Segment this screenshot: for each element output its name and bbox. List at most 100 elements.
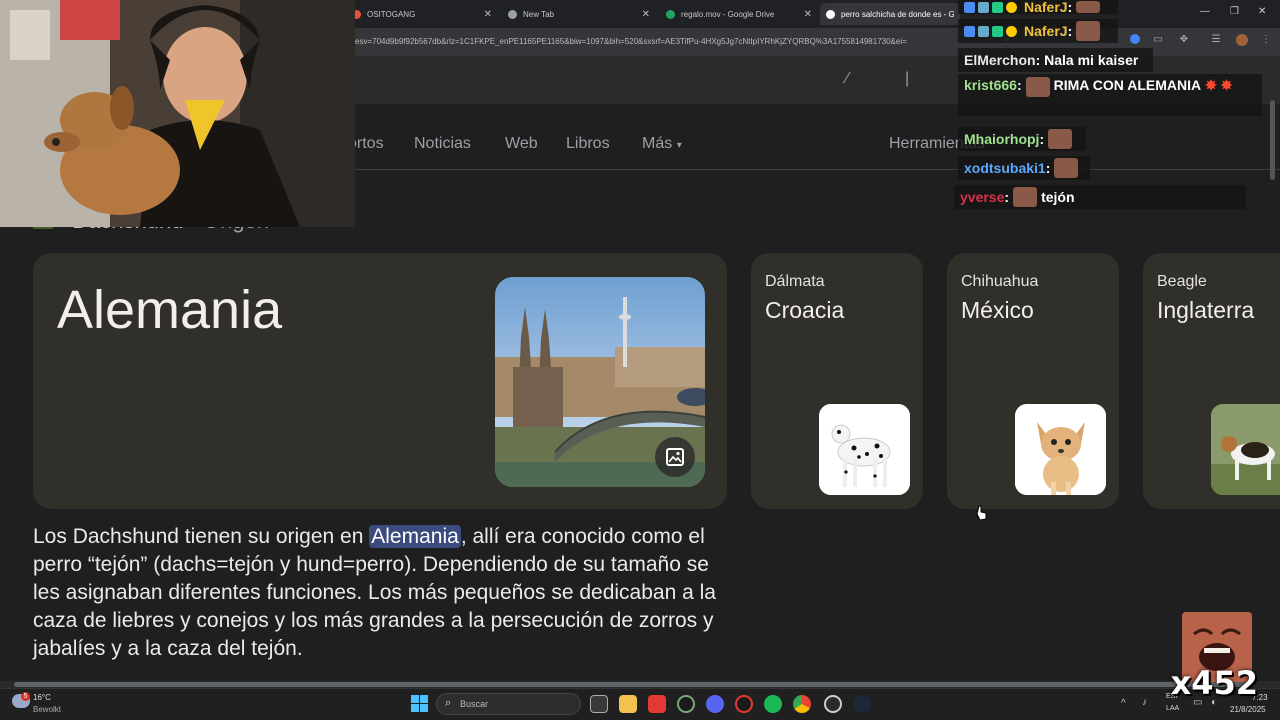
scrollbar-thumb[interactable] xyxy=(14,682,1254,687)
chat-message: NaferJ : xyxy=(958,19,1118,43)
chihuahua-image xyxy=(1015,404,1106,495)
windows-taskbar xyxy=(0,688,1280,720)
xbox-icon[interactable] xyxy=(677,695,695,713)
chat-scrollbar[interactable] xyxy=(1270,100,1275,180)
image-view-button[interactable] xyxy=(655,437,695,477)
streamer-webcam xyxy=(0,0,355,227)
tab-books[interactable]: Libros xyxy=(566,135,610,153)
chat-username: krist666 xyxy=(964,77,1017,93)
chat-separator: : xyxy=(1039,131,1045,147)
puzzle-icon[interactable]: ✥ xyxy=(1178,34,1190,46)
chat-message: NaferJ : xyxy=(958,0,1118,15)
steam-icon[interactable] xyxy=(853,695,871,713)
chat-separator: : xyxy=(1045,160,1051,176)
kebab-menu-icon[interactable]: ⋮ xyxy=(1260,34,1272,46)
description-highlight: Alemania xyxy=(369,525,461,548)
close-window-icon[interactable]: ✕ xyxy=(1258,6,1266,17)
search-icon: ⌕ xyxy=(445,697,452,709)
chat-text: RIMA CON ALEMANIA xyxy=(1053,77,1202,93)
horizontal-scrollbar[interactable] xyxy=(0,681,1280,688)
tab-google-search[interactable]: perro salchicha de donde es - G xyxy=(820,3,960,25)
clock-date: 21/8/2025 xyxy=(1230,705,1266,714)
url-field[interactable]: esv=704d9b9f92b567db&rlz=1C1FKPE_enPE116… xyxy=(355,37,955,46)
screen: OSITOGANG ✕ New Tab ✕ regalo.mov - Googl… xyxy=(0,0,1280,720)
related-card-dalmatian[interactable]: Dálmata Croacia xyxy=(751,253,923,509)
chat-username: NaferJ xyxy=(1024,0,1068,15)
webcam-feed xyxy=(0,0,355,227)
keyboard-layout: LAA xyxy=(1166,705,1180,712)
chat-text: tejón xyxy=(1041,189,1075,205)
tab-more[interactable]: Más ▾ xyxy=(642,135,682,153)
badge-icon xyxy=(992,25,1003,37)
chat-separator: : xyxy=(1067,0,1073,15)
mic-icon[interactable]: ⁄ xyxy=(846,70,849,88)
tray-chevron-icon[interactable]: ^ xyxy=(1121,698,1126,709)
discord-icon[interactable] xyxy=(706,695,724,713)
chat-message: xodtsubaki1 : xyxy=(958,156,1090,180)
tab-label: perro salchicha de donde es - G xyxy=(840,9,954,19)
task-view-icon[interactable] xyxy=(590,695,608,713)
taskbar-search-input[interactable]: ⌕ Buscar xyxy=(436,693,581,715)
answer-card[interactable]: Alemania xyxy=(33,253,727,509)
opera-icon[interactable] xyxy=(735,695,753,713)
minimize-icon[interactable]: — xyxy=(1200,6,1210,17)
chat-message: Mhaiorhopj : xyxy=(958,127,1086,151)
description-before: Los Dachshund tienen su origen en xyxy=(33,525,370,548)
beagle-image xyxy=(1211,404,1280,495)
badge-icon xyxy=(1006,1,1017,13)
badge-icon xyxy=(1006,25,1017,37)
maximize-icon[interactable]: ❐ xyxy=(1230,6,1239,17)
related-card-chihuahua[interactable]: Chihuahua México xyxy=(947,253,1119,509)
weather-desc: Bewolkt xyxy=(33,705,62,714)
weather-badge: 5 xyxy=(21,692,30,701)
obs-icon[interactable] xyxy=(824,695,842,713)
chat-message: krist666 : RIMA CON ALEMANIA ✸ ✸ xyxy=(958,74,1262,116)
related-country: Croacia xyxy=(765,297,845,323)
globe-icon xyxy=(508,9,517,19)
image-icon xyxy=(666,448,684,466)
chat-separator: : xyxy=(1016,77,1022,93)
chat-message: yverse : tejón xyxy=(954,185,1246,209)
extension-icon[interactable] xyxy=(1130,34,1140,44)
tab-new-tab[interactable]: New Tab ✕ xyxy=(502,3,656,25)
chrome-icon[interactable] xyxy=(793,695,811,713)
chat-username: NaferJ xyxy=(1024,23,1068,39)
emote-face-icon xyxy=(1013,187,1038,207)
windows-start-icon[interactable] xyxy=(411,695,428,712)
close-icon[interactable]: ✕ xyxy=(804,9,812,20)
chat-separator: : xyxy=(1035,52,1041,68)
explosion-emoji-icon: ✸ ✸ xyxy=(1205,77,1233,93)
related-country: México xyxy=(961,297,1034,323)
mic-tray-icon[interactable]: ♪ xyxy=(1142,697,1147,708)
file-explorer-icon[interactable] xyxy=(619,695,637,713)
related-card-beagle[interactable]: Beagle Inglaterra xyxy=(1143,253,1280,509)
chat-text: Nala mi kaiser xyxy=(1044,52,1139,68)
emote-face-icon xyxy=(1048,129,1073,149)
menu-list-icon[interactable]: ☰ xyxy=(1210,34,1222,46)
related-breed: Chihuahua xyxy=(961,273,1039,290)
tab-google-drive[interactable]: regalo.mov - Google Drive ✕ xyxy=(660,3,818,25)
spotify-icon[interactable] xyxy=(764,695,782,713)
chat-username: ElMerchon xyxy=(964,52,1036,68)
cologne-cathedral-image[interactable] xyxy=(495,277,705,487)
tab-label: OSITOGANG xyxy=(367,9,416,19)
tab-label: regalo.mov - Google Drive xyxy=(681,9,775,19)
tab-ositogang[interactable]: OSITOGANG ✕ xyxy=(346,3,498,25)
tab-web[interactable]: Web xyxy=(505,135,538,153)
chat-username: Mhaiorhopj xyxy=(964,131,1040,147)
badge-icon xyxy=(964,25,975,37)
search-placeholder: Buscar xyxy=(460,699,489,709)
tab-news[interactable]: Noticias xyxy=(414,135,471,153)
close-icon[interactable]: ✕ xyxy=(484,9,492,20)
weather-temp[interactable]: 16°C xyxy=(33,693,51,702)
chat-message: ElMerchon : Nala mi kaiser xyxy=(958,48,1153,72)
profile-avatar[interactable] xyxy=(1236,34,1248,46)
badge-icon xyxy=(978,1,989,13)
related-breed: Beagle xyxy=(1157,273,1207,290)
cast-icon[interactable]: ▭ xyxy=(1152,34,1164,46)
badge-icon xyxy=(978,25,989,37)
close-icon[interactable]: ✕ xyxy=(642,9,650,20)
hand-cursor-icon xyxy=(976,505,987,521)
answer-description: Los Dachshund tienen su origen en Aleman… xyxy=(33,523,733,663)
red-app-icon[interactable] xyxy=(648,695,666,713)
